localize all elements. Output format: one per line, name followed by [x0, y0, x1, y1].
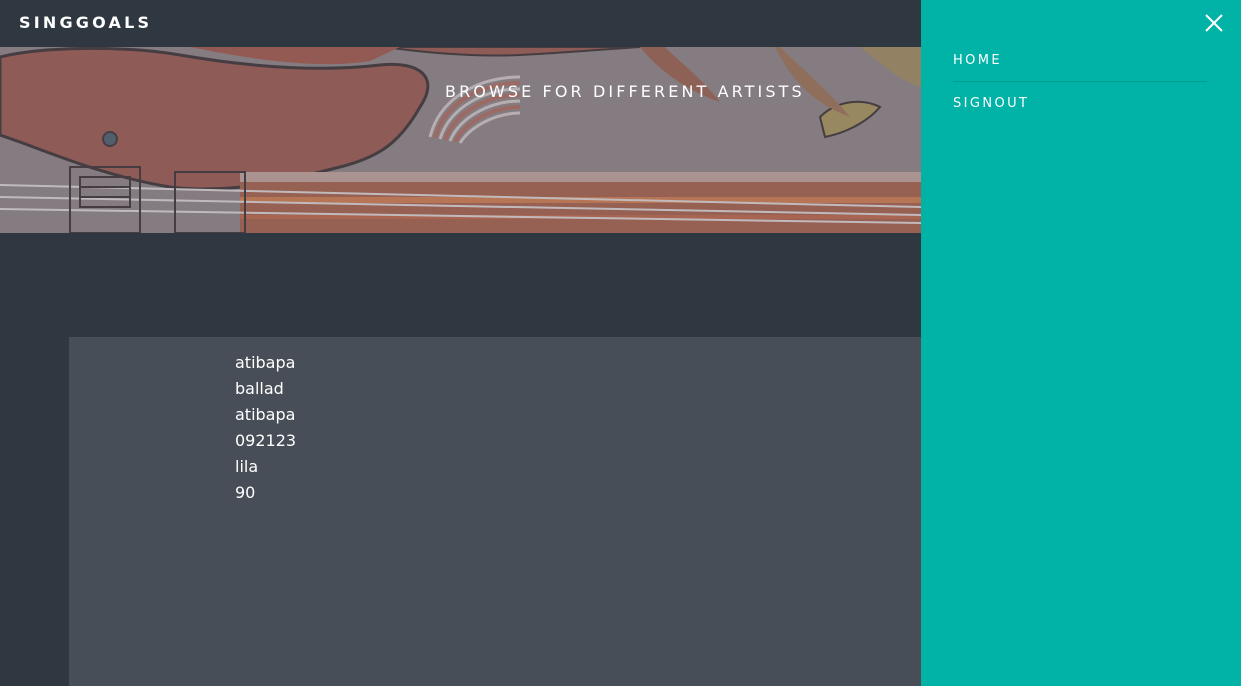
close-icon [1205, 14, 1223, 32]
detail-line: 90 [235, 483, 256, 502]
app-page: SINGGOALS BROWSE FOR DIFFERENT ARTISTS a… [0, 0, 1241, 686]
hero-banner [0, 47, 921, 233]
detail-line: lila [235, 457, 259, 476]
detail-line: atibapa [235, 353, 296, 372]
close-button[interactable] [1203, 12, 1225, 34]
nav-item-signout[interactable]: SIGNOUT [953, 96, 1207, 124]
guitar-artwork [0, 47, 921, 233]
detail-line: 092123 [235, 431, 297, 450]
app-logo[interactable]: SINGGOALS [19, 13, 152, 33]
detail-line: atibapa [235, 405, 296, 424]
artist-details-card [69, 337, 921, 686]
artist-details: atibapa ballad atibapa 092123 lila 90 [235, 350, 296, 506]
detail-line: ballad [235, 379, 284, 398]
side-drawer: HOME SIGNOUT [921, 0, 1241, 686]
top-bar: SINGGOALS [0, 0, 921, 47]
banner-title: BROWSE FOR DIFFERENT ARTISTS [445, 82, 805, 101]
nav-item-home[interactable]: HOME [953, 53, 1207, 82]
